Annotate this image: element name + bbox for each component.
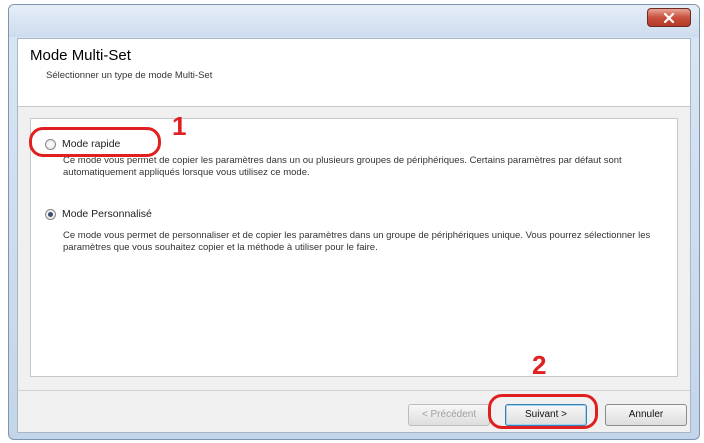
step2-highlight — [488, 394, 598, 429]
option-description: Ce mode vous permet de personnaliser et … — [63, 230, 651, 253]
option-description: Ce mode vous permet de copier les paramè… — [63, 155, 622, 178]
title-bar[interactable] — [9, 5, 699, 37]
page-subtitle: Sélectionner un type de mode Multi-Set — [46, 70, 213, 81]
close-icon — [663, 12, 675, 23]
dialog-window: Mode Multi-Set Sélectionner un type de m… — [8, 4, 700, 440]
wizard-header: Mode Multi-Set Sélectionner un type de m… — [18, 39, 690, 107]
option-label[interactable]: Mode Personnalisé — [62, 208, 152, 220]
close-button[interactable] — [647, 8, 691, 27]
previous-button[interactable]: < Précédent — [408, 404, 490, 426]
footer-divider — [18, 390, 690, 391]
option-mode-personnalise[interactable]: Mode Personnalisé — [45, 208, 152, 220]
step1-highlight — [29, 127, 161, 157]
step1-marker: 1 — [172, 111, 187, 141]
dialog-client-area: Mode Multi-Set Sélectionner un type de m… — [17, 38, 691, 433]
radio-mode-personnalise[interactable] — [45, 208, 56, 220]
cancel-button[interactable]: Annuler — [605, 404, 687, 426]
page-title: Mode Multi-Set — [30, 47, 131, 64]
step2-marker: 2 — [532, 350, 547, 380]
